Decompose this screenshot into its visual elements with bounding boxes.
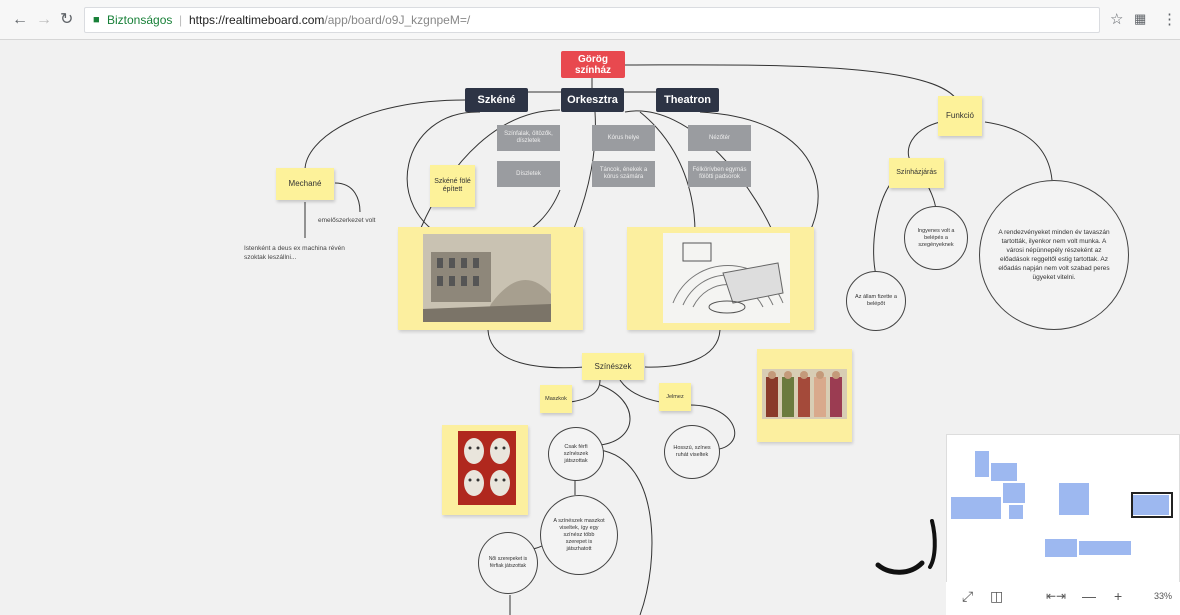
url-path: /app/board/o9J_kzgnpeM=/	[324, 13, 471, 27]
circle-note[interactable]: Hosszú, színes ruhát viseltek	[664, 425, 720, 479]
root-title-card[interactable]: Görög színház	[561, 51, 625, 78]
pen-stroke	[875, 519, 937, 575]
circle-note[interactable]: A rendezvényeket minden év tavaszán tart…	[979, 180, 1129, 330]
masks-photo	[458, 431, 516, 505]
sticky-funkcio[interactable]: Funkció	[938, 96, 982, 136]
theatre-plan-photo	[663, 233, 790, 323]
address-bar[interactable]: ■ Biztonságos | https://realtimeboard.co…	[84, 7, 1100, 33]
circle-note[interactable]: Ingyenes volt a belépés a szegényeknek	[904, 206, 968, 270]
masks-drawing	[458, 431, 516, 505]
sticky-mechane[interactable]: Mechané	[276, 168, 334, 200]
photo-sticky[interactable]	[627, 227, 814, 330]
sticky-jelmez[interactable]: Jelmez	[659, 383, 691, 411]
extension-icon[interactable]: ▦	[1134, 11, 1146, 27]
actors-photo	[762, 369, 847, 419]
mechane-label[interactable]: emelőszerkezet volt	[318, 216, 398, 225]
url-host: https://realtimeboard.com	[189, 13, 325, 27]
minimap-block	[1045, 539, 1077, 557]
gray-card[interactable]: Színfalak, öltözők, díszletek	[497, 125, 560, 151]
minimap-block	[951, 497, 1001, 519]
browser-toolbar: ← → ↻ ■ Biztonságos | https://realtimebo…	[0, 0, 1180, 40]
map-icon[interactable]: ◫	[990, 588, 1003, 605]
reload-icon[interactable]: ↻	[60, 11, 73, 29]
gray-card[interactable]: Díszletek	[497, 161, 560, 187]
photo-sticky[interactable]	[442, 425, 528, 515]
theatre-plan-drawing	[663, 233, 790, 323]
header-orkesztra[interactable]: Orkesztra	[561, 88, 624, 112]
sticky-szineszek[interactable]: Színészek	[582, 353, 644, 380]
zoom-controls: ⤢ ◫ ⇤⇥ — + 33%	[946, 582, 1180, 615]
minimap-block	[975, 451, 989, 477]
menu-kebab-icon[interactable]: ⋮	[1162, 10, 1177, 28]
theatre-ruins-drawing	[423, 234, 551, 322]
circle-note[interactable]: Az állam fizette a belépőt	[846, 271, 906, 331]
header-theatron[interactable]: Theatron	[656, 88, 719, 112]
zoom-out-button[interactable]: —	[1082, 588, 1096, 604]
sticky-szinhazjaras[interactable]: Színházjárás	[889, 158, 944, 188]
circle-note[interactable]: Női szerepeket is férfiak játszottak	[478, 532, 538, 594]
circle-note[interactable]: A színészek maszkot viseltek, így egy sz…	[540, 495, 618, 575]
gray-card[interactable]: Kórus helye	[592, 125, 655, 151]
photo-sticky[interactable]	[757, 349, 852, 442]
minimap-block	[1003, 483, 1025, 503]
lock-icon: ■	[93, 14, 100, 26]
forward-arrow-icon[interactable]: →	[36, 11, 52, 29]
sticky-maszk[interactable]: Maszkok	[540, 385, 572, 413]
zoom-level: 33%	[1154, 591, 1173, 601]
theatre-ruins-photo	[423, 234, 551, 322]
minimap-block	[991, 463, 1017, 481]
actors-drawing	[762, 369, 847, 419]
minimap-block	[1079, 541, 1131, 555]
circle-note[interactable]: Csak férfi színészek játszottak	[548, 427, 604, 481]
photo-sticky[interactable]	[398, 227, 583, 330]
minimap-block	[1009, 505, 1023, 519]
url-separator: |	[179, 13, 183, 27]
minimap-viewport-frame[interactable]	[1131, 492, 1173, 518]
gray-card[interactable]: Félkörívben egymás fölötti padsorok	[688, 161, 751, 187]
secure-label: Biztonságos	[107, 13, 173, 27]
gray-card[interactable]: Táncok, énekek a kórus számára	[592, 161, 655, 187]
mechane-note[interactable]: Istenként a deus ex machina révén szokta…	[244, 244, 354, 262]
header-szkene[interactable]: Szkéné	[465, 88, 528, 112]
gray-card[interactable]: Nézőtér	[688, 125, 751, 151]
sticky-note[interactable]: Szkéné fölé épített	[430, 165, 475, 207]
zoom-in-button[interactable]: +	[1114, 588, 1122, 604]
star-icon[interactable]: ☆	[1110, 10, 1123, 28]
minimap-block	[1059, 483, 1089, 515]
back-arrow-icon[interactable]: ←	[12, 11, 28, 29]
fullscreen-expand-icon[interactable]: ⤢	[962, 588, 973, 605]
fit-to-screen-icon[interactable]: ⇤⇥	[1046, 589, 1066, 603]
